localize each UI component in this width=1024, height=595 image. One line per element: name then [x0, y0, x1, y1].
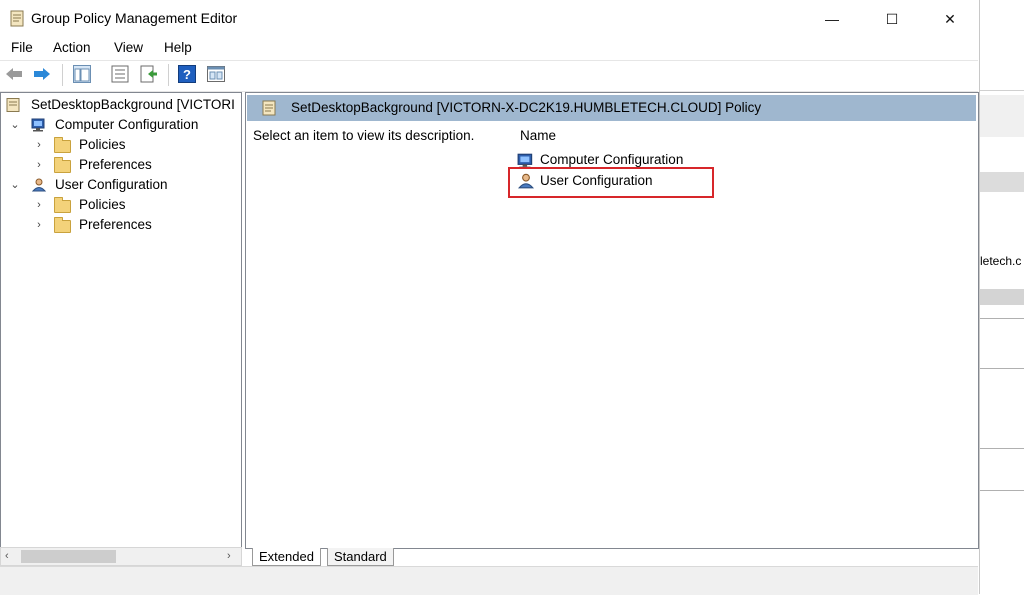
maximize-button[interactable]: ☐: [869, 0, 915, 38]
folder-icon: [54, 157, 71, 173]
tree-item-label: Computer Configuration: [55, 117, 199, 132]
chevron-right-icon[interactable]: ›: [33, 155, 45, 175]
details-header: SetDesktopBackground [VICTORN-X-DC2K19.H…: [247, 95, 976, 121]
user-icon: [31, 178, 47, 192]
back-arrow-icon[interactable]: [5, 65, 23, 83]
tree-item-computer-configuration[interactable]: ⌄ Computer Configuration: [1, 115, 239, 135]
highlight-annotation-box: [508, 167, 714, 198]
forward-arrow-icon[interactable]: [33, 65, 51, 83]
export-icon[interactable]: [140, 65, 158, 83]
tree-item-label: Preferences: [79, 217, 152, 232]
tree-item-policies[interactable]: › Policies: [1, 135, 239, 155]
tree-item-user-configuration[interactable]: ⌄ User Configuration: [1, 175, 239, 195]
tab-standard[interactable]: Standard: [327, 548, 394, 566]
window-title: Group Policy Management Editor: [31, 10, 238, 26]
background-divider: [980, 318, 1024, 319]
menu-view[interactable]: View: [114, 40, 143, 55]
tree-item-preferences[interactable]: › Preferences: [1, 215, 239, 235]
gpo-app-icon: [10, 10, 24, 27]
background-panel: [980, 95, 1024, 137]
svg-text:?: ?: [183, 67, 191, 82]
tree-item-label: Preferences: [79, 157, 152, 172]
background-window: letech.c: [979, 0, 1024, 594]
chevron-right-icon[interactable]: ›: [33, 195, 45, 215]
background-text: letech.c: [980, 254, 1022, 268]
scrollbar-thumb[interactable]: [21, 550, 116, 563]
toolbar-separator: [62, 64, 63, 86]
description-text: Select an item to view its description.: [253, 128, 475, 143]
folder-icon: [54, 137, 71, 153]
horizontal-scrollbar[interactable]: ‹ ›: [0, 547, 242, 566]
tree-item-label: Policies: [79, 137, 126, 152]
console-icon[interactable]: [207, 65, 225, 83]
menu-action[interactable]: Action: [53, 40, 91, 55]
toolbar-separator: [168, 64, 169, 86]
chevron-right-icon[interactable]: ›: [33, 135, 45, 155]
tree-item-policies[interactable]: › Policies: [1, 195, 239, 215]
menu-help[interactable]: Help: [164, 40, 192, 55]
close-button[interactable]: ✕: [927, 0, 973, 38]
gpo-document-icon: [6, 98, 20, 112]
chevron-down-icon[interactable]: ⌄: [9, 175, 21, 195]
tree-root-label: SetDesktopBackground [VICTORI: [31, 97, 235, 112]
gpo-document-icon: [262, 100, 276, 116]
list-item-label: Computer Configuration: [540, 152, 684, 167]
scroll-left-icon[interactable]: ‹: [5, 548, 9, 565]
background-divider: [980, 490, 1024, 491]
computer-icon: [31, 118, 45, 132]
show-tree-icon[interactable]: [73, 65, 91, 83]
background-panel: [980, 0, 1024, 91]
tree-item-label: Policies: [79, 197, 126, 212]
folder-icon: [54, 197, 71, 213]
scroll-right-icon[interactable]: ›: [227, 548, 231, 565]
tab-extended[interactable]: Extended: [252, 548, 321, 566]
details-header-title: SetDesktopBackground [VICTORN-X-DC2K19.H…: [291, 100, 762, 115]
background-panel: [980, 172, 1024, 192]
tree-item-label: User Configuration: [55, 177, 168, 192]
folder-icon: [54, 217, 71, 233]
background-divider: [980, 448, 1024, 449]
chevron-right-icon[interactable]: ›: [33, 215, 45, 235]
status-bar: [0, 566, 978, 595]
minimize-button[interactable]: —: [809, 0, 855, 38]
tree-item-preferences[interactable]: › Preferences: [1, 155, 239, 175]
console-tree[interactable]: SetDesktopBackground [VICTORI ⌄ Computer…: [0, 92, 242, 549]
properties-icon[interactable]: [111, 65, 129, 83]
background-panel: [980, 289, 1024, 305]
background-divider: [980, 368, 1024, 369]
chevron-down-icon[interactable]: ⌄: [9, 115, 21, 135]
help-icon[interactable]: ?: [178, 65, 196, 83]
menu-file[interactable]: File: [11, 40, 33, 55]
column-header-name[interactable]: Name: [520, 128, 556, 143]
